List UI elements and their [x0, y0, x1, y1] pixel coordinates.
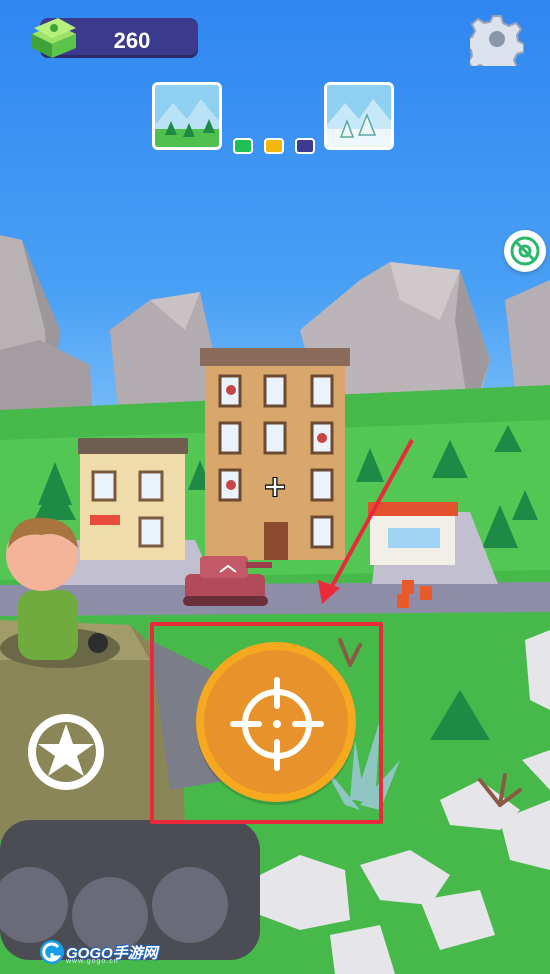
cash-amount: 260 — [113, 28, 151, 53]
small-building — [78, 438, 188, 560]
level-progress-dot-current — [264, 138, 284, 154]
current-level-thumbnail — [152, 82, 222, 150]
crosshair-icon — [229, 676, 325, 772]
next-level-thumbnail — [324, 82, 394, 150]
level-progress-dot-upcoming — [295, 138, 315, 154]
aim-cursor-icon — [264, 476, 286, 498]
apartment-building — [200, 348, 350, 560]
game-screen: 260 GOGO手游网 www.gogo.cn — [0, 0, 550, 974]
level-progress-dot-completed — [233, 138, 253, 154]
gear-icon[interactable] — [464, 12, 525, 76]
watermark-subtext: www.gogo.cn — [66, 958, 119, 965]
cash-stack-icon — [26, 12, 80, 64]
no-ads-icon[interactable] — [504, 230, 546, 272]
